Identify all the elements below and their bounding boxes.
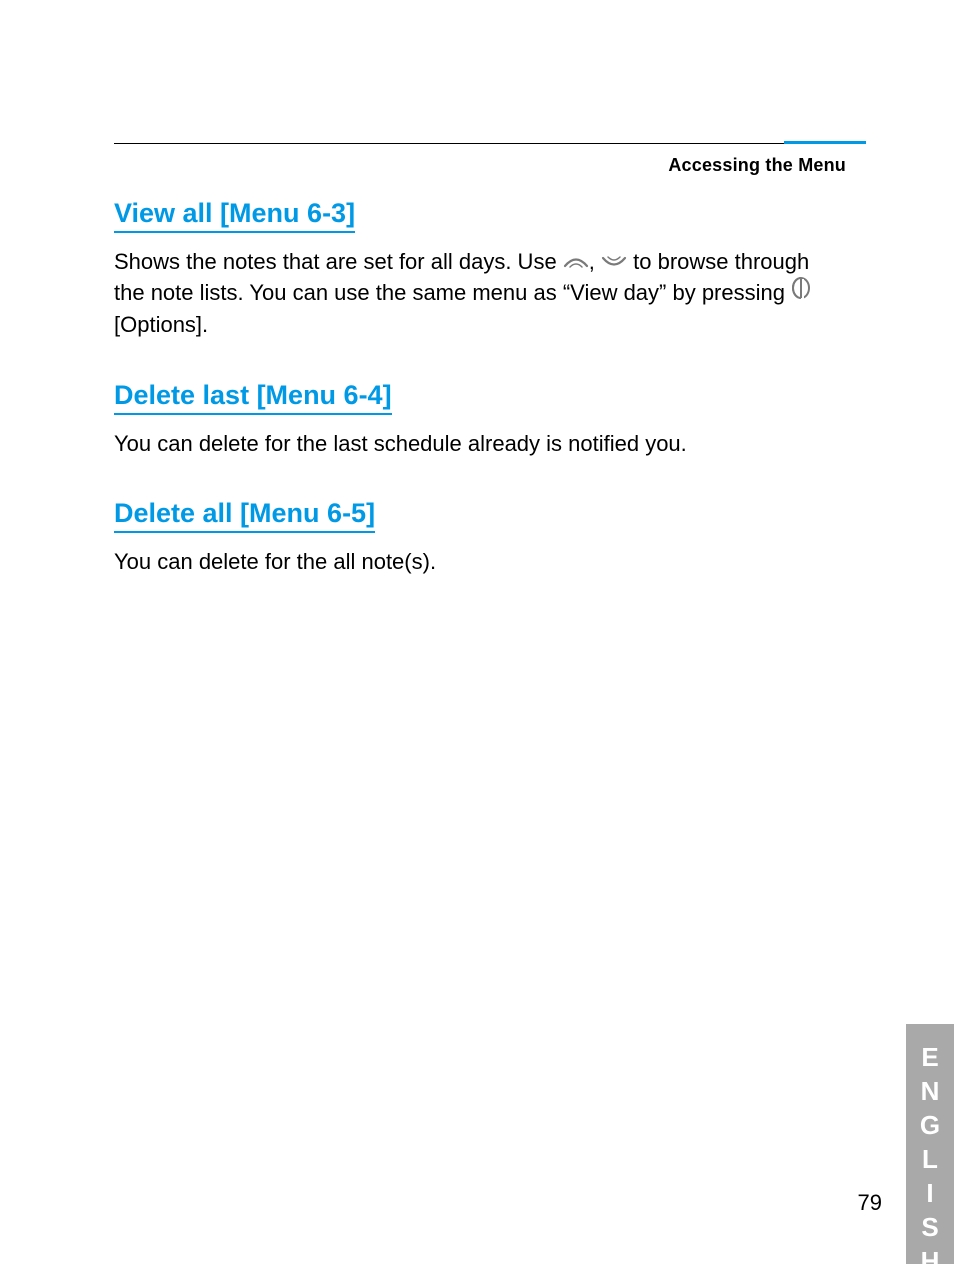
section-delete-all: Delete all [Menu 6-5] You can delete for… [114, 498, 844, 577]
running-header: Accessing the Menu [668, 155, 846, 176]
page: Accessing the Menu View all [Menu 6-3] S… [0, 0, 954, 1264]
section-body-view-all: Shows the notes that are set for all day… [114, 247, 844, 340]
content-area: View all [Menu 6-3] Shows the notes that… [114, 198, 844, 617]
nav-down-icon [601, 247, 627, 277]
section-body-delete-all: You can delete for the all note(s). [114, 547, 844, 577]
section-title-delete-last: Delete last [Menu 6-4] [114, 380, 392, 415]
header-rule-accent [784, 141, 866, 144]
section-title-view-all: View all [Menu 6-3] [114, 198, 355, 233]
section-view-all: View all [Menu 6-3] Shows the notes that… [114, 198, 844, 340]
section-delete-last: Delete last [Menu 6-4] You can delete fo… [114, 380, 844, 459]
language-tab-label: ENGLISH [917, 1042, 943, 1280]
body-text-fragment: , [589, 249, 601, 274]
body-text-fragment: Shows the notes that are set for all day… [114, 249, 563, 274]
header-rule-thin [114, 143, 866, 144]
nav-up-icon [563, 247, 589, 277]
softkey-left-icon [791, 277, 811, 309]
page-number: 79 [858, 1190, 882, 1216]
body-text-fragment: [Options]. [114, 312, 208, 337]
section-body-delete-last: You can delete for the last schedule alr… [114, 429, 844, 459]
section-title-delete-all: Delete all [Menu 6-5] [114, 498, 375, 533]
header-rule [114, 141, 866, 145]
language-tab: ENGLISH [906, 1024, 954, 1264]
